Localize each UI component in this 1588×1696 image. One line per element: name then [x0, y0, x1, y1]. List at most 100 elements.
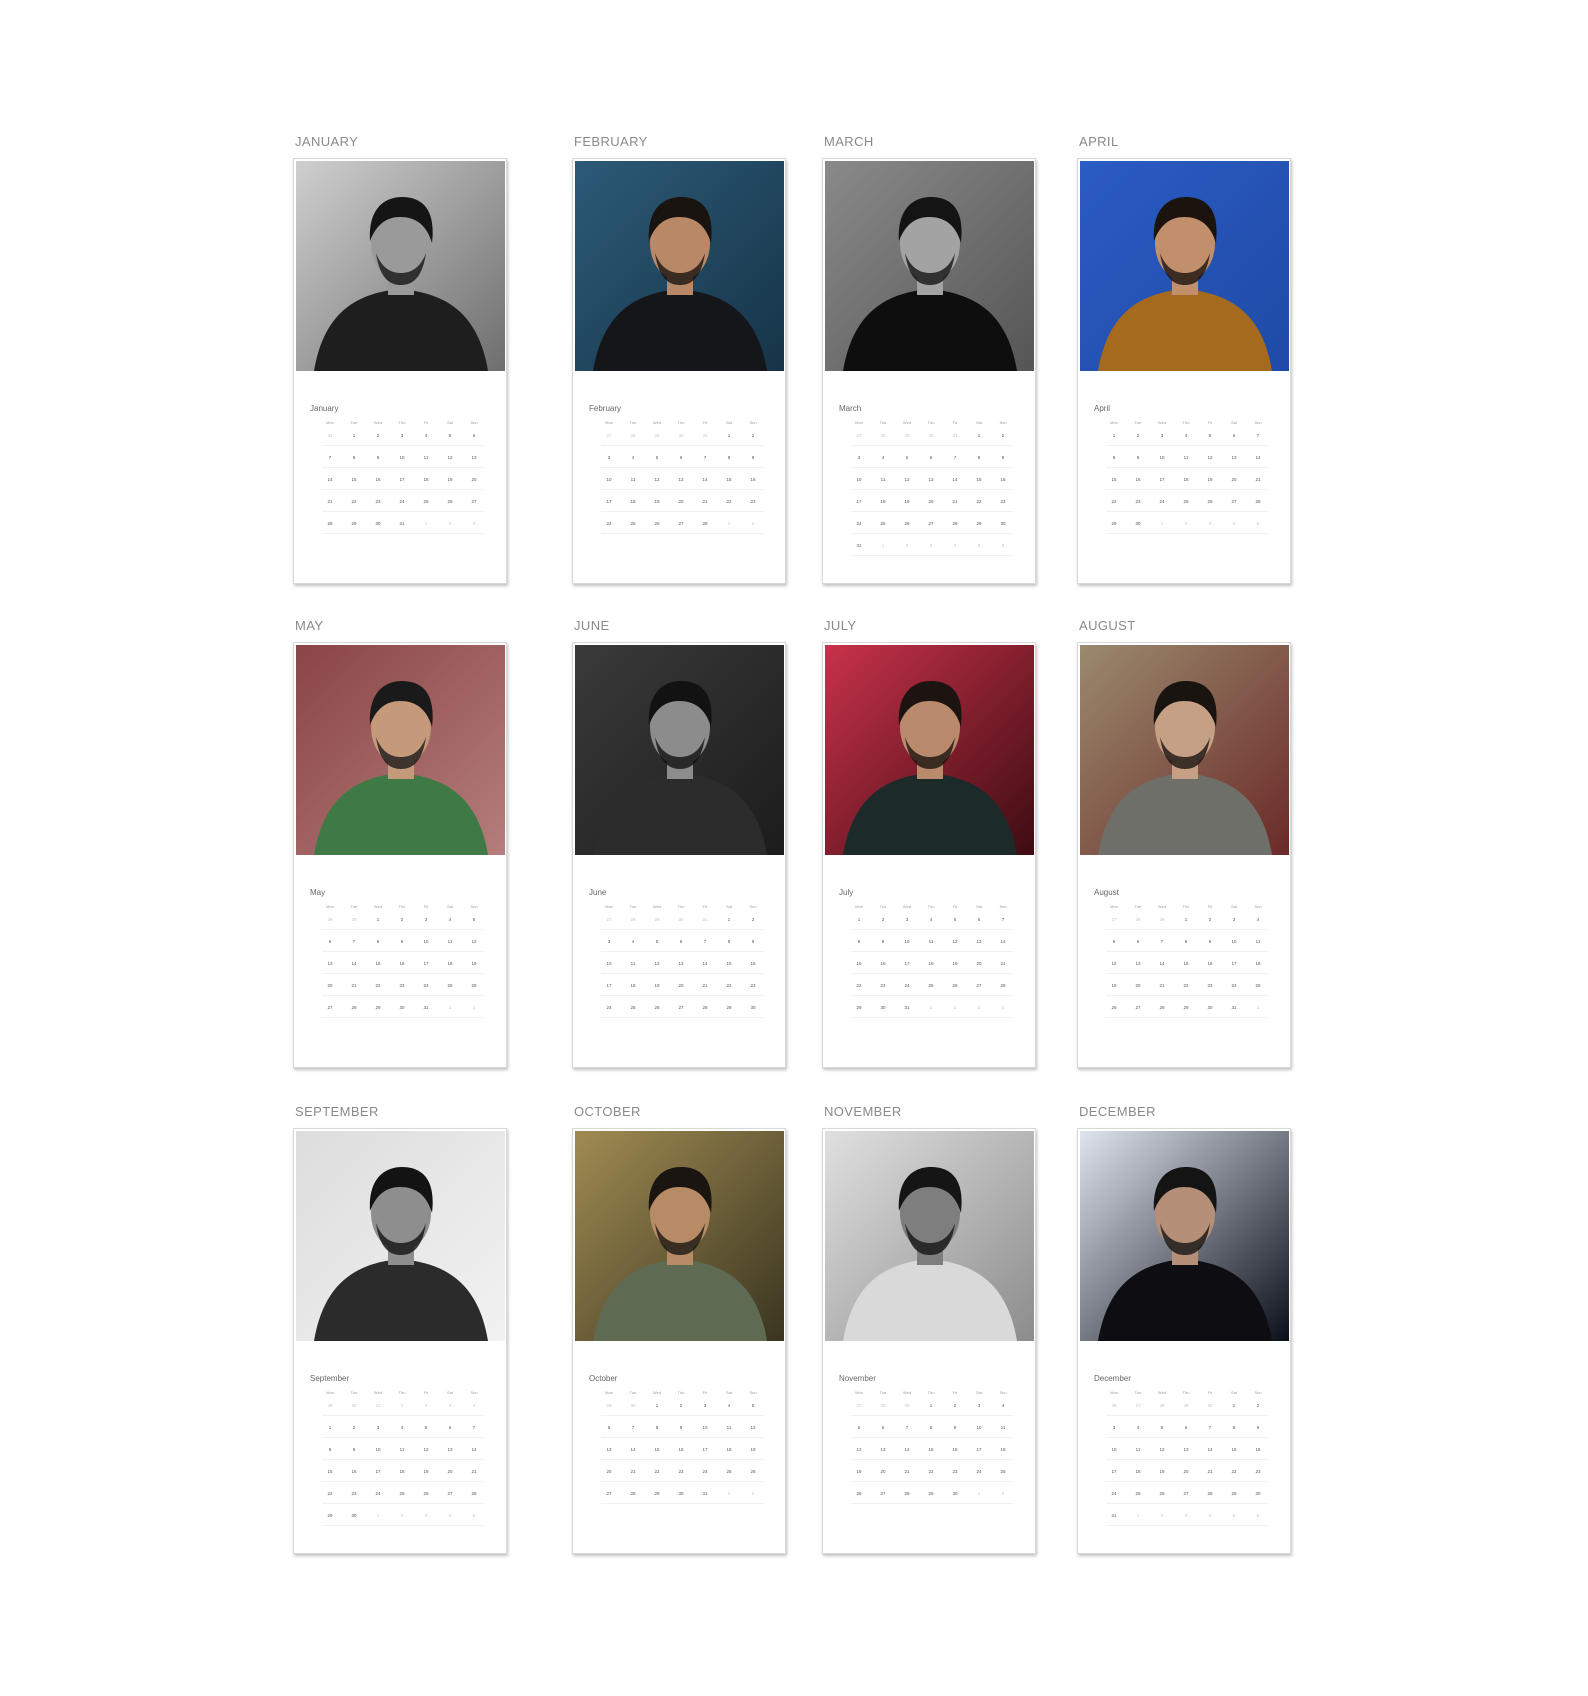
weekday-header: Mon Tue Wed Thu Fri Sat Sun — [847, 1390, 1017, 1398]
photo-frame — [296, 645, 505, 855]
week-divider — [322, 1437, 484, 1438]
day-cell: 16 — [750, 477, 756, 482]
weekday-label: Sun — [749, 1390, 757, 1395]
day-cell: 29 — [856, 1005, 862, 1010]
day-cell: 12 — [904, 477, 910, 482]
day-cell: 27 — [327, 1005, 333, 1010]
day-cell: 5 — [448, 433, 452, 438]
week-divider — [851, 533, 1013, 534]
day-cell: 17 — [1111, 1469, 1117, 1474]
day-cell: 30 — [375, 521, 381, 526]
week-divider — [1106, 533, 1268, 534]
day-cell: 19 — [1111, 983, 1117, 988]
day-cell: 10 — [423, 939, 429, 944]
day-cell: 11 — [1255, 939, 1261, 944]
weekday-label: Thu — [398, 904, 406, 909]
day-cell-outside: 27 — [606, 917, 612, 922]
day-cell: 15 — [1183, 961, 1189, 966]
day-cell: 30 — [678, 1491, 684, 1496]
day-cell: 24 — [1231, 983, 1237, 988]
day-cell: 13 — [1183, 1447, 1189, 1452]
day-grid: 1 2 3 4 5 6 7 8 9 10 11 12 13 14 15 16 17 18 19 20 21 22 23 24 2… — [1102, 433, 1272, 553]
day-cell: 3 — [977, 1403, 981, 1408]
day-cell: 29 — [327, 1513, 333, 1518]
day-cell: 4 — [881, 455, 885, 460]
day-cell: 30 — [399, 1005, 405, 1010]
day-cell: 15 — [351, 477, 357, 482]
weekday-label: Sun — [1254, 1390, 1262, 1395]
weekday-label: Sat — [725, 1390, 732, 1395]
day-cell: 14 — [351, 961, 357, 966]
weekday-label: Tue — [1134, 1390, 1142, 1395]
weekday-label: Mon — [855, 904, 863, 909]
day-cell: 6 — [1136, 939, 1140, 944]
calendar-month-title: May — [310, 888, 326, 897]
day-cell: 5 — [1160, 1425, 1164, 1430]
day-cell: 9 — [953, 1425, 957, 1430]
day-cell: 12 — [654, 961, 660, 966]
day-cell: 6 — [328, 939, 332, 944]
portrait-photo — [296, 1131, 505, 1341]
day-cell: 28 — [702, 521, 708, 526]
day-cell-outside: 5 — [977, 543, 981, 548]
day-cell: 14 — [702, 477, 708, 482]
day-cell: 23 — [678, 1469, 684, 1474]
weekday-label: Fri — [952, 904, 958, 909]
day-cell: 2 — [751, 917, 755, 922]
day-cell-outside: 26 — [1111, 1403, 1117, 1408]
week-divider — [601, 1481, 763, 1482]
weekday-label: Thu — [927, 904, 935, 909]
day-cell-outside: 30 — [351, 917, 357, 922]
day-cell-outside: 2 — [448, 521, 452, 526]
day-cell-outside: 27 — [856, 1403, 862, 1408]
day-cell: 19 — [447, 477, 453, 482]
weekday-label: Tue — [350, 420, 358, 425]
week-divider — [851, 1017, 1013, 1018]
day-cell: 21 — [351, 983, 357, 988]
day-cell: 19 — [471, 961, 477, 966]
day-cell: 14 — [702, 961, 708, 966]
week-divider — [601, 533, 763, 534]
photo-frame — [1080, 161, 1289, 371]
day-cell: 23 — [1000, 499, 1006, 504]
day-cell: 7 — [631, 1425, 635, 1430]
calendar-month-title: September — [310, 1374, 350, 1383]
day-cell-outside: 2 — [424, 1403, 428, 1408]
day-cell-outside: 28 — [630, 917, 636, 922]
day-cell-outside: 30 — [630, 1403, 636, 1408]
month-heading: APRIL — [1079, 134, 1119, 149]
week-divider — [1106, 1415, 1268, 1416]
day-cell: 22 — [327, 1491, 333, 1496]
day-cell: 20 — [880, 1469, 886, 1474]
day-cell: 22 — [1231, 1469, 1237, 1474]
month-heading: SEPTEMBER — [295, 1104, 379, 1119]
photo-frame — [825, 645, 1034, 855]
portrait-photo — [825, 645, 1034, 855]
portrait-photo — [1080, 645, 1289, 855]
calendar-page: April Mon Tue Wed Thu Fri Sat Sun 1 2 3 4 5 6 7 8 9 10 11 1… — [1077, 158, 1291, 584]
day-cell: 5 — [953, 917, 957, 922]
week-divider — [601, 489, 763, 490]
day-cell-outside: 2 — [400, 1513, 404, 1518]
day-cell: 28 — [1207, 1491, 1213, 1496]
day-cell: 13 — [471, 455, 477, 460]
day-cell: 7 — [472, 1425, 476, 1430]
week-divider — [1106, 973, 1268, 974]
day-cell: 23 — [351, 1491, 357, 1496]
day-cell: 12 — [423, 1447, 429, 1452]
weekday-header: Mon Tue Wed Thu Fri Sat Sun — [597, 904, 767, 912]
photo-frame — [825, 161, 1034, 371]
day-cell: 24 — [606, 1005, 612, 1010]
day-cell: 18 — [630, 499, 636, 504]
day-cell: 26 — [1159, 1491, 1165, 1496]
day-cell: 21 — [630, 1469, 636, 1474]
day-cell: 28 — [952, 521, 958, 526]
day-cell-outside: 3 — [1184, 1513, 1188, 1518]
day-cell: 30 — [1207, 1005, 1213, 1010]
day-cell: 14 — [1159, 961, 1165, 966]
day-cell: 18 — [630, 983, 636, 988]
day-cell: 9 — [751, 455, 755, 460]
day-cell: 3 — [424, 917, 428, 922]
day-cell: 26 — [856, 1491, 862, 1496]
weekday-label: Sat — [446, 1390, 453, 1395]
